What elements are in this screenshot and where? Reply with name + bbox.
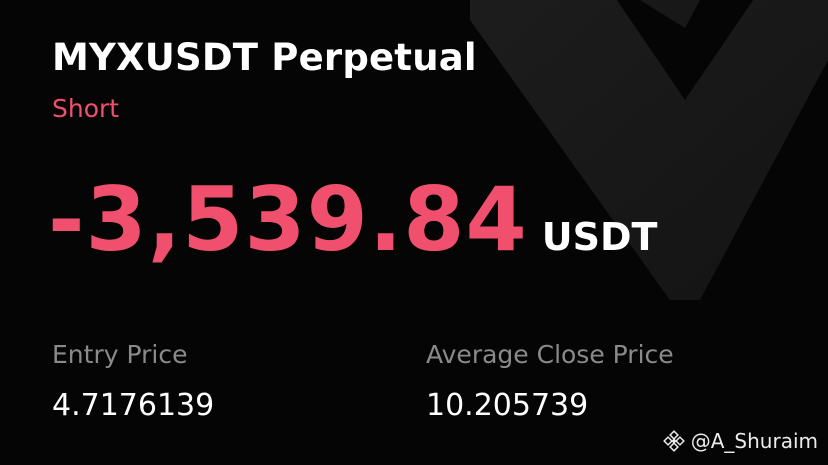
entry-price-label: Entry Price <box>52 340 188 369</box>
pnl-unit: USDT <box>541 215 658 259</box>
creator-watermark: @A_Shuraim <box>662 429 818 453</box>
pnl-share-card: MYXUSDT Perpetual Short -3,539.84 USDT E… <box>0 0 828 465</box>
binance-logo-icon <box>662 430 685 452</box>
average-close-price-value: 10.205739 <box>426 388 589 423</box>
contract-title: MYXUSDT Perpetual <box>52 36 477 79</box>
pnl-row: -3,539.84 USDT <box>48 176 657 264</box>
entry-price-value: 4.7176139 <box>52 388 215 423</box>
pnl-value: -3,539.84 <box>48 168 528 271</box>
average-close-price-label: Average Close Price <box>426 340 674 369</box>
watermark-handle: @A_Shuraim <box>690 429 818 453</box>
position-side-label: Short <box>52 94 120 123</box>
